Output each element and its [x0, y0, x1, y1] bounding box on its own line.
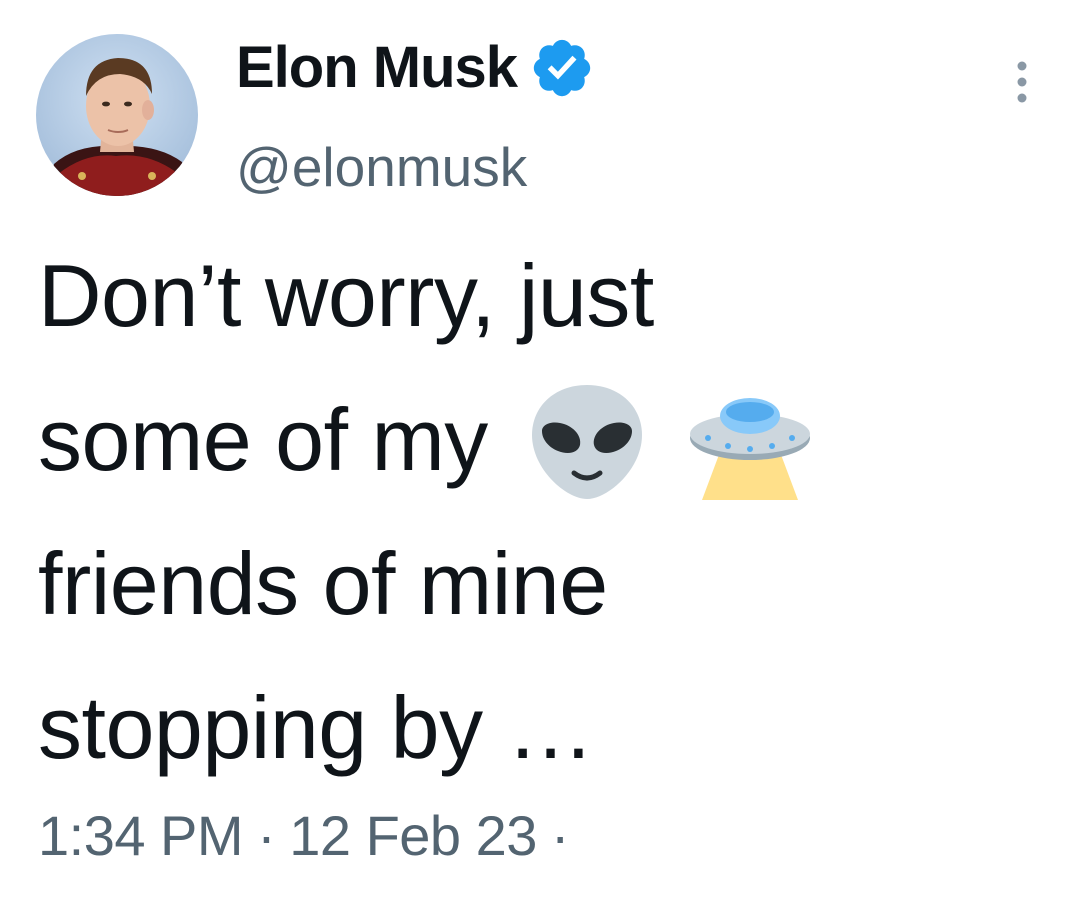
tweet-time: 1:34 PM — [38, 804, 244, 867]
separator-dot: · — [550, 804, 570, 867]
more-options-button[interactable] — [1004, 56, 1040, 108]
display-name[interactable]: Elon Musk — [236, 39, 518, 97]
tweet-line: Don’t worry, just — [38, 246, 654, 345]
separator-dot: · — [257, 804, 276, 867]
tweet-line: stopping by … — [38, 678, 595, 777]
author-handle[interactable]: @elonmusk — [236, 140, 527, 195]
tweet-line: some of my — [38, 368, 1038, 512]
tweet-line: friends of mine — [38, 534, 608, 633]
tweet-line-text: some of my — [38, 390, 488, 489]
more-vertical-icon — [1017, 61, 1027, 103]
alien-emoji-icon — [528, 379, 646, 503]
author-row: Elon Musk — [236, 28, 595, 108]
avatar[interactable] — [36, 34, 198, 196]
tweet-text: Don’t worry, just some of my friends of … — [38, 224, 1038, 800]
verified-badge-icon — [529, 35, 595, 101]
tweet-card: Elon Musk @elonmusk Don’t worry, just so… — [0, 0, 1080, 904]
tweet-timestamp[interactable]: 1:34 PM · 12 Feb 23 · — [38, 808, 583, 864]
tweet-date: 12 Feb 23 — [289, 804, 537, 867]
ufo-emoji-icon — [686, 382, 814, 500]
